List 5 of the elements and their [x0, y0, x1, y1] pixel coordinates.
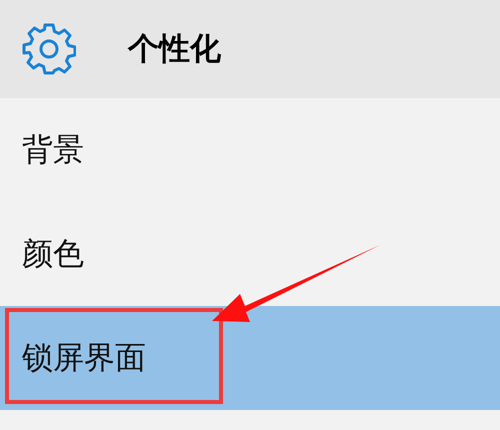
settings-icon	[22, 22, 76, 76]
nav-item[interactable]: 背景	[0, 98, 500, 202]
nav-item[interactable]: 颜色	[0, 202, 500, 306]
nav-item[interactable]: 锁屏界面	[0, 306, 500, 410]
page-title: 个性化	[128, 30, 221, 69]
